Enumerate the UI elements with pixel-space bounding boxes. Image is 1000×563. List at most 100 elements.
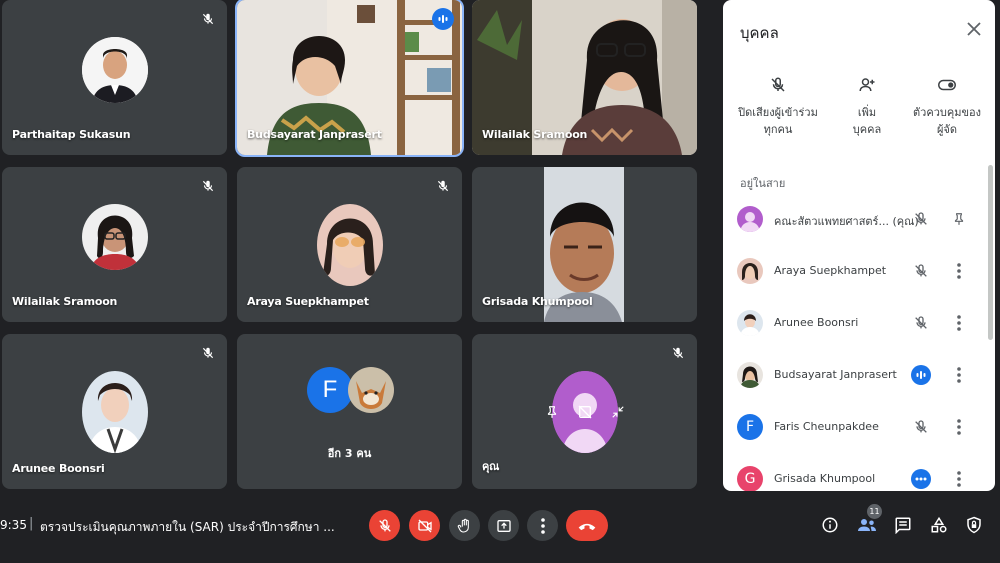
person-name: Faris Cheunpakdee (774, 420, 879, 433)
avatar: F (737, 414, 763, 440)
camera-off-icon (417, 519, 432, 532)
mic-off-icon (197, 8, 219, 30)
people-list-item[interactable]: Araya Suepkhampet (723, 246, 987, 298)
participant-tile[interactable]: Budsayarat Janprasert (235, 0, 464, 157)
meeting-time: 9:35 (0, 518, 27, 532)
participant-tile[interactable]: Wilailak Sramoon (2, 167, 227, 322)
action-label: ตัวควบคุมของ (913, 106, 981, 119)
activities-button[interactable] (927, 513, 951, 537)
participant-avatar (317, 204, 383, 286)
avatar-letter: G (744, 471, 756, 487)
mute-all-button[interactable]: ปิดเสียงผู้เข้าร่วม ทุกคน (733, 76, 823, 138)
toggle-icon (938, 79, 956, 91)
participant-tile[interactable]: Parthaitap Sukasun (2, 0, 227, 155)
mic-off-icon[interactable] (909, 259, 933, 283)
action-label: เพิ่ม (857, 106, 877, 119)
raise-hand-button[interactable] (449, 510, 480, 541)
chat-button[interactable] (891, 513, 915, 537)
mic-toggle-button[interactable] (369, 510, 400, 541)
action-label: ทุกคน (763, 123, 793, 136)
more-options-button[interactable] (527, 510, 558, 541)
participant-tile[interactable]: Wilailak Sramoon (472, 0, 697, 155)
pin-icon[interactable] (542, 402, 562, 422)
present-screen-button[interactable] (488, 510, 519, 541)
more-options-icon[interactable] (947, 415, 971, 439)
action-label: บุคคล (852, 123, 882, 136)
host-controls-button[interactable]: ตัวควบคุมของ ผู้จัด (902, 76, 992, 138)
pin-icon[interactable] (947, 207, 971, 231)
people-panel: บุคคล ปิดเสียงผู้เข้าร่วม ทุกคน เพิ่ม บุ… (723, 0, 995, 491)
people-list-item[interactable]: G Grisada Khumpool (723, 454, 987, 491)
meet-window: Parthaitap Sukasun Budsayarat Janprasert… (0, 0, 1000, 563)
people-list-item[interactable]: คณะสัตวแพทยศาสตร์... (คุณ) (723, 194, 987, 246)
add-people-button[interactable]: เพิ่ม บุคคล (822, 76, 912, 138)
mic-off-icon (197, 175, 219, 197)
present-icon (496, 519, 511, 532)
participant-avatar: F (307, 367, 353, 413)
more-options-icon[interactable] (947, 259, 971, 283)
more-vert-icon (540, 517, 545, 534)
close-icon[interactable] (963, 18, 985, 40)
avatar-letter: F (745, 419, 755, 435)
shield-lock-icon (967, 516, 981, 534)
more-participants-tile[interactable]: F อีก 3 คน (237, 334, 462, 489)
participant-tile[interactable]: Arunee Boonsri (2, 334, 227, 489)
participants-count-badge: 11 (867, 504, 882, 519)
camera-toggle-button[interactable] (409, 510, 440, 541)
self-tile[interactable]: คุณ (472, 334, 697, 489)
more-options-icon[interactable] (947, 467, 971, 491)
participant-tile[interactable]: Grisada Khumpool (472, 167, 697, 322)
action-label: ผู้จัด (936, 123, 958, 136)
bottom-toolbar: 9:35 | ตรวจประเมินคุณภาพภายใน (SAR) ประจ… (0, 497, 1000, 563)
participant-name: Parthaitap Sukasun (12, 128, 131, 141)
hangup-icon (578, 523, 596, 530)
people-list-item[interactable]: Budsayarat Janprasert (723, 350, 987, 402)
mic-off-icon (771, 77, 785, 92)
speaking-icon (909, 363, 933, 387)
person-name: Budsayarat Janprasert (774, 368, 897, 381)
participant-name: Arunee Boonsri (12, 462, 105, 475)
leave-call-button[interactable] (566, 510, 608, 541)
avatar: G (737, 466, 763, 491)
mic-off-icon[interactable] (909, 207, 933, 231)
participant-avatar (348, 367, 394, 413)
speaking-icon (432, 8, 454, 30)
participant-name: คุณ (482, 460, 500, 473)
person-name: Arunee Boonsri (774, 316, 859, 329)
avatar (737, 258, 763, 284)
action-label: ปิดเสียงผู้เข้าร่วม (738, 106, 818, 119)
more-options-icon[interactable] (947, 363, 971, 387)
avatar (737, 362, 763, 388)
add-person-icon (859, 78, 875, 92)
meeting-details-button[interactable] (818, 513, 842, 537)
more-participants-label: อีก 3 คน (327, 447, 372, 460)
minimize-icon[interactable] (608, 402, 628, 422)
participant-name: Grisada Khumpool (482, 295, 593, 308)
mic-off-icon[interactable] (909, 311, 933, 335)
avatar (737, 310, 763, 336)
mic-off-icon (197, 342, 219, 364)
participant-avatar (82, 37, 148, 103)
person-name: คณะสัตวแพทยศาสตร์... (คุณ) (774, 215, 919, 228)
avatar (737, 206, 763, 232)
meeting-title: ตรวจประเมินคุณภาพภายใน (SAR) ประจำปีการศ… (40, 520, 335, 534)
section-label: อยู่ในสาย (740, 177, 786, 190)
mic-off-icon (378, 518, 391, 532)
mic-off-icon[interactable] (909, 415, 933, 439)
hand-icon (457, 518, 469, 533)
info-icon (822, 517, 838, 533)
host-controls-button[interactable] (962, 513, 986, 537)
participant-name: Wilailak Sramoon (12, 295, 118, 308)
participant-name: Budsayarat Janprasert (247, 128, 382, 141)
participant-name: Wilailak Sramoon (482, 128, 588, 141)
person-name: Araya Suepkhampet (774, 264, 887, 277)
people-list-item[interactable]: Arunee Boonsri (723, 298, 987, 350)
people-list-item[interactable]: F Faris Cheunpakdee (723, 402, 987, 454)
scrollbar[interactable] (988, 165, 993, 340)
participant-avatar (82, 371, 148, 453)
shapes-icon (931, 516, 947, 533)
participant-tile[interactable]: Araya Suepkhampet (237, 167, 462, 322)
participant-name: Araya Suepkhampet (247, 295, 369, 308)
more-options-icon[interactable] (947, 311, 971, 335)
remove-from-frame-icon[interactable] (573, 402, 597, 422)
